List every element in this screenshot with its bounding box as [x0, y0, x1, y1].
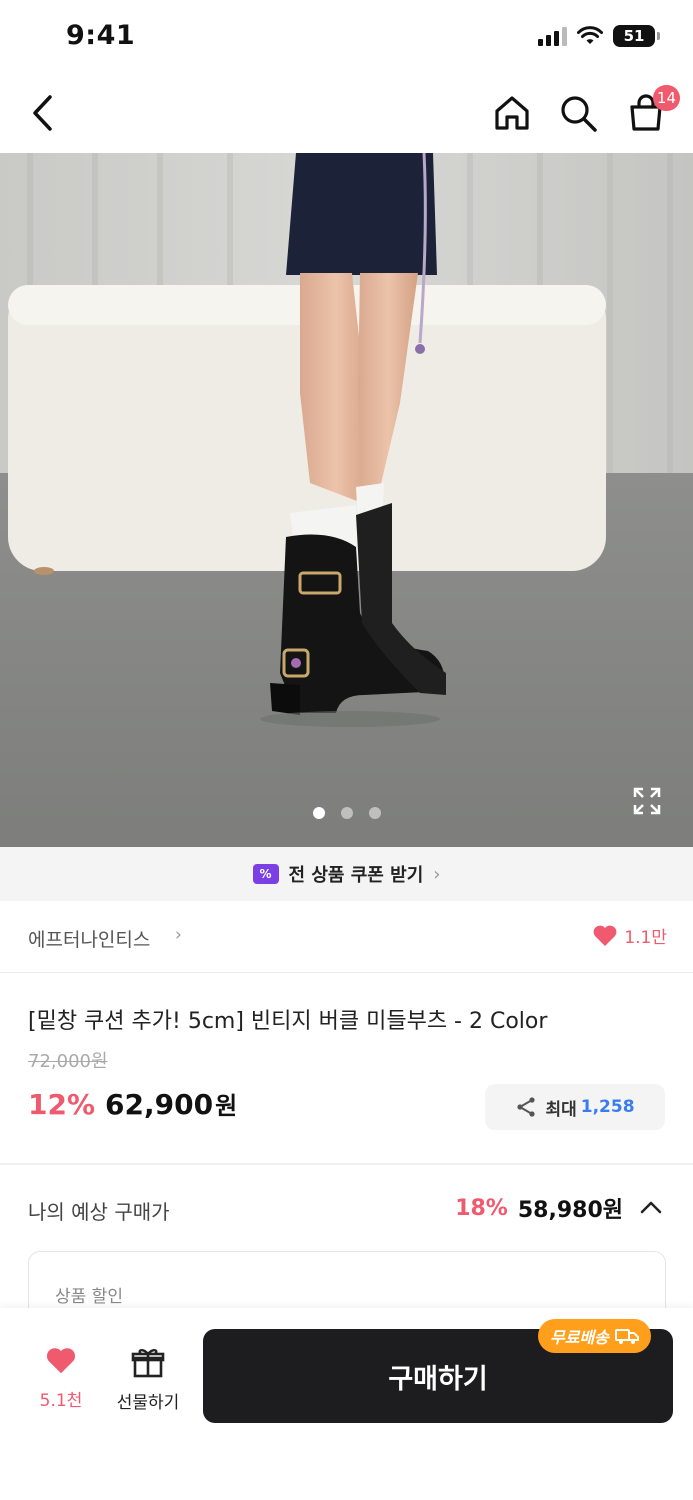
- coupon-label: 전 상품 쿠폰 받기: [288, 865, 424, 886]
- product-discount-label: 상품 할인: [55, 1287, 123, 1307]
- wifi-icon: [577, 26, 603, 44]
- product-title: [밑창 쿠션 추가! 5cm] 빈티지 버클 미들부츠 - 2 Color: [28, 1009, 548, 1034]
- status-bar: 9:41 51: [0, 0, 693, 75]
- gift-icon: [131, 1349, 165, 1378]
- cart-count-badge: 14: [652, 85, 680, 111]
- fullscreen-expand-icon[interactable]: [631, 785, 663, 817]
- chevron-up-icon: [640, 1201, 662, 1214]
- expected-price-label: 나의 예상 구매가: [28, 1200, 170, 1224]
- like-count: 5.1천: [39, 1391, 83, 1411]
- expected-price: 58,980원: [517, 1198, 623, 1223]
- currency-unit: 원: [215, 1092, 238, 1120]
- chevron-right-icon: ›: [175, 925, 182, 945]
- carousel-dot[interactable]: [340, 807, 353, 819]
- top-nav: 14: [0, 75, 693, 153]
- expected-price-toggle[interactable]: 18% 58,980원: [455, 1192, 663, 1224]
- heart-icon: [46, 1348, 76, 1374]
- carousel-dot-active[interactable]: [312, 807, 325, 819]
- coupon-ticket-icon: %: [252, 864, 279, 884]
- section-divider: [0, 1163, 693, 1165]
- heart-icon: [593, 925, 617, 946]
- product-image-carousel[interactable]: [0, 153, 693, 847]
- share-reward-button[interactable]: 최대 1,258: [485, 1084, 665, 1130]
- back-button[interactable]: [22, 91, 62, 135]
- expected-discount-rate: 18%: [455, 1195, 508, 1221]
- share-label: 최대: [545, 1099, 577, 1120]
- share-icon: [517, 1097, 536, 1117]
- brand-name-link[interactable]: 에프터나인티스: [28, 925, 150, 952]
- share-reward-value: 1,258: [580, 1097, 635, 1117]
- status-icons: 51: [538, 25, 660, 47]
- status-time: 9:41: [66, 20, 136, 51]
- discount-rate: 12%: [28, 1088, 96, 1121]
- cellular-signal-icon: [538, 26, 567, 46]
- brand-like-count: 1.1만: [624, 928, 667, 948]
- search-button[interactable]: [556, 91, 600, 135]
- gift-label: 선물하기: [116, 1393, 180, 1413]
- chevron-right-icon: ›: [433, 863, 441, 885]
- carousel-dot[interactable]: [368, 807, 381, 819]
- coupon-banner[interactable]: % 전 상품 쿠폰 받기 ›: [0, 847, 693, 901]
- brand-like-button[interactable]: 1.1만: [592, 923, 667, 948]
- battery-icon: 51: [613, 25, 660, 47]
- cart-button[interactable]: 14: [624, 85, 680, 135]
- sale-price: 62,900: [105, 1088, 214, 1121]
- buy-button-label: 구매하기: [388, 1363, 488, 1395]
- original-price: 72,000원: [28, 1051, 108, 1072]
- carousel-indicator: [0, 807, 693, 819]
- free-shipping-label: 무료배송: [550, 1328, 609, 1347]
- chevron-left-icon: [33, 95, 52, 131]
- product-photo: [0, 153, 693, 847]
- home-icon: [495, 96, 529, 130]
- like-button[interactable]: 5.1천: [32, 1346, 90, 1411]
- free-shipping-badge: 무료배송: [538, 1319, 651, 1353]
- price-row: 12% 62,900 원: [28, 1086, 237, 1121]
- gift-button[interactable]: 선물하기: [110, 1346, 186, 1413]
- truck-icon: [614, 1329, 639, 1344]
- brand-row: 에프터나인티스 › 1.1만: [0, 901, 693, 973]
- home-button[interactable]: [490, 91, 534, 135]
- search-icon: [561, 96, 597, 132]
